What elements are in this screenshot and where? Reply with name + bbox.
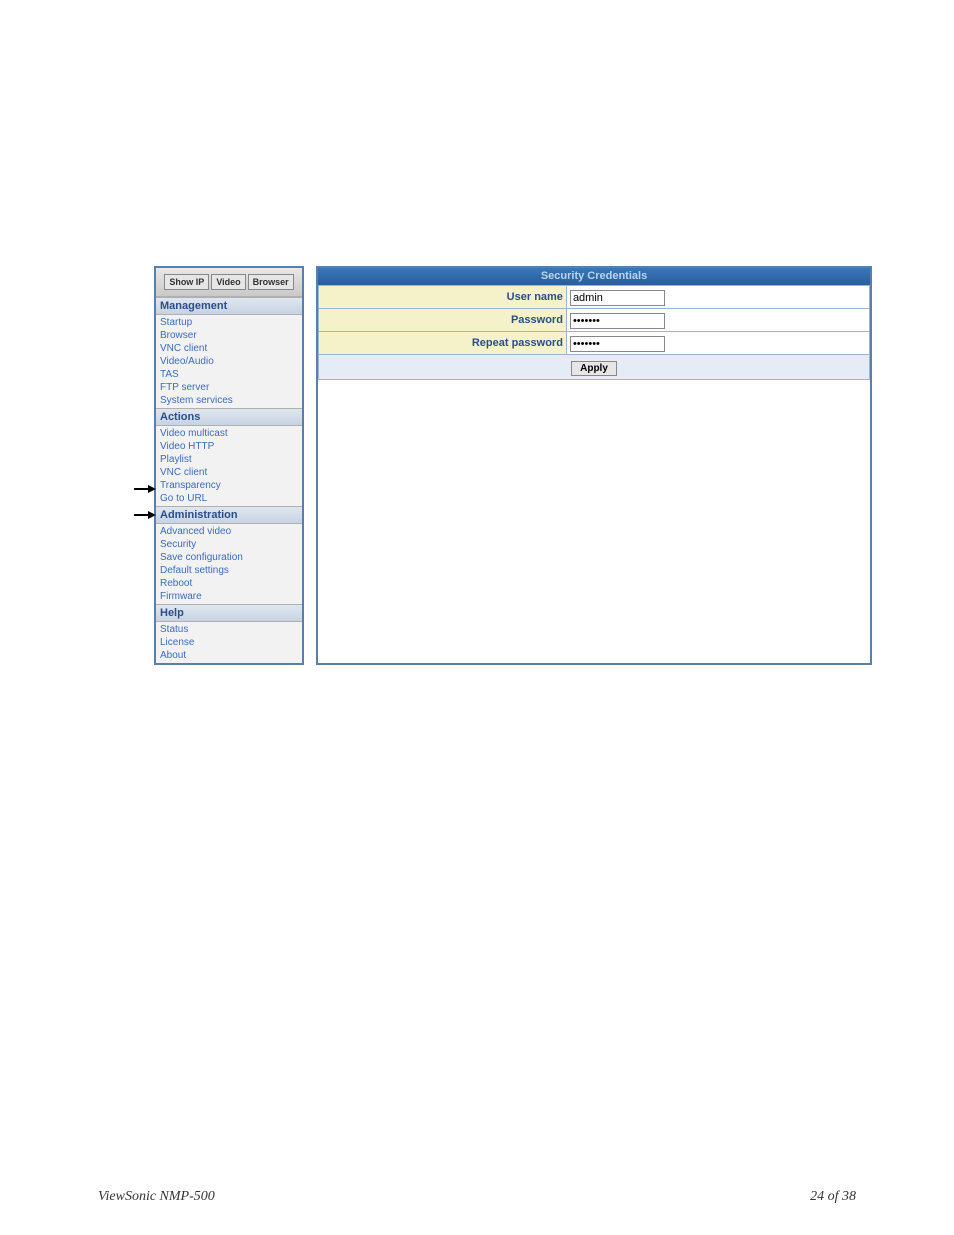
sidebar-item-vnc-client-action[interactable]: VNC client xyxy=(160,466,302,479)
section-items-help: Status License About xyxy=(156,622,302,663)
user-name-input[interactable] xyxy=(570,290,665,306)
sidebar-item-reboot[interactable]: Reboot xyxy=(160,577,302,590)
sidebar-item-firmware[interactable]: Firmware xyxy=(160,590,302,603)
section-header-actions: Actions xyxy=(156,408,302,426)
sidebar-item-ftp-server[interactable]: FTP server xyxy=(160,381,302,394)
sidebar-item-tas[interactable]: TAS xyxy=(160,368,302,381)
sidebar-item-save-configuration[interactable]: Save configuration xyxy=(160,551,302,564)
sidebar-item-system-services[interactable]: System services xyxy=(160,394,302,407)
user-name-cell xyxy=(566,286,869,309)
sidebar-item-video-http[interactable]: Video HTTP xyxy=(160,440,302,453)
sidebar-item-startup[interactable]: Startup xyxy=(160,316,302,329)
main-header: Security Credentials xyxy=(318,268,870,285)
footer-right: 24 of 38 xyxy=(810,1189,856,1205)
user-name-label: User name xyxy=(319,286,567,309)
sidebar-item-video-audio[interactable]: Video/Audio xyxy=(160,355,302,368)
section-items-management: Startup Browser VNC client Video/Audio T… xyxy=(156,315,302,408)
pointer-arrow-administration xyxy=(134,484,154,494)
apply-button[interactable]: Apply xyxy=(571,361,617,376)
password-input[interactable] xyxy=(570,313,665,329)
section-items-administration: Advanced video Security Save configurati… xyxy=(156,524,302,604)
footer-left: ViewSonic NMP-500 xyxy=(98,1189,215,1205)
repeat-password-input[interactable] xyxy=(570,336,665,352)
sidebar-item-video-multicast[interactable]: Video multicast xyxy=(160,427,302,440)
password-cell xyxy=(566,309,869,332)
browser-button[interactable]: Browser xyxy=(248,274,294,290)
section-items-actions: Video multicast Video HTTP Playlist VNC … xyxy=(156,426,302,506)
pointer-arrow-security xyxy=(134,510,154,520)
apply-cell: Apply xyxy=(319,355,870,380)
sidebar-item-about[interactable]: About xyxy=(160,649,302,662)
main-panel: Security Credentials User name Password … xyxy=(316,266,872,665)
sidebar-item-playlist[interactable]: Playlist xyxy=(160,453,302,466)
page-footer: ViewSonic NMP-500 24 of 38 xyxy=(98,1189,856,1205)
password-label: Password xyxy=(319,309,567,332)
sidebar-item-security[interactable]: Security xyxy=(160,538,302,551)
sidebar-item-vnc-client[interactable]: VNC client xyxy=(160,342,302,355)
sidebar-item-browser[interactable]: Browser xyxy=(160,329,302,342)
repeat-password-cell xyxy=(566,332,869,355)
sidebar-item-default-settings[interactable]: Default settings xyxy=(160,564,302,577)
app-wrap: Show IP Video Browser Management Startup… xyxy=(154,266,872,665)
sidebar-item-status[interactable]: Status xyxy=(160,623,302,636)
sidebar: Show IP Video Browser Management Startup… xyxy=(154,266,304,665)
sidebar-item-transparency[interactable]: Transparency xyxy=(160,479,302,492)
sidebar-item-advanced-video[interactable]: Advanced video xyxy=(160,525,302,538)
video-button[interactable]: Video xyxy=(211,274,245,290)
show-ip-button[interactable]: Show IP xyxy=(164,274,209,290)
sidebar-item-license[interactable]: License xyxy=(160,636,302,649)
section-header-administration: Administration xyxy=(156,506,302,524)
sidebar-item-go-to-url[interactable]: Go to URL xyxy=(160,492,302,505)
credentials-form: User name Password Repeat password A xyxy=(318,285,870,380)
section-header-management: Management xyxy=(156,297,302,315)
section-header-help: Help xyxy=(156,604,302,622)
sidebar-top-buttons: Show IP Video Browser xyxy=(156,268,302,297)
repeat-password-label: Repeat password xyxy=(319,332,567,355)
